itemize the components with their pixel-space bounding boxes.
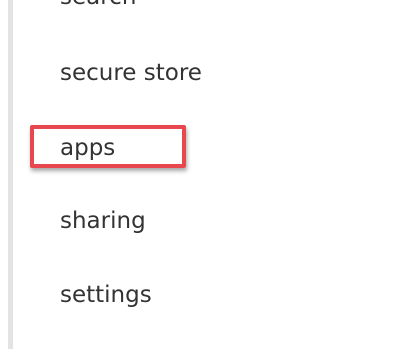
sidebar-item-secure-store[interactable]: secure store xyxy=(60,58,202,88)
sidebar-item-apps[interactable]: apps xyxy=(60,133,115,163)
sidebar-item-search[interactable]: search xyxy=(60,0,136,12)
sidebar-item-settings[interactable]: settings xyxy=(60,280,152,310)
sidebar-item-sharing[interactable]: sharing xyxy=(60,206,146,236)
sidebar-nav: search secure store apps sharing setting… xyxy=(0,0,417,349)
